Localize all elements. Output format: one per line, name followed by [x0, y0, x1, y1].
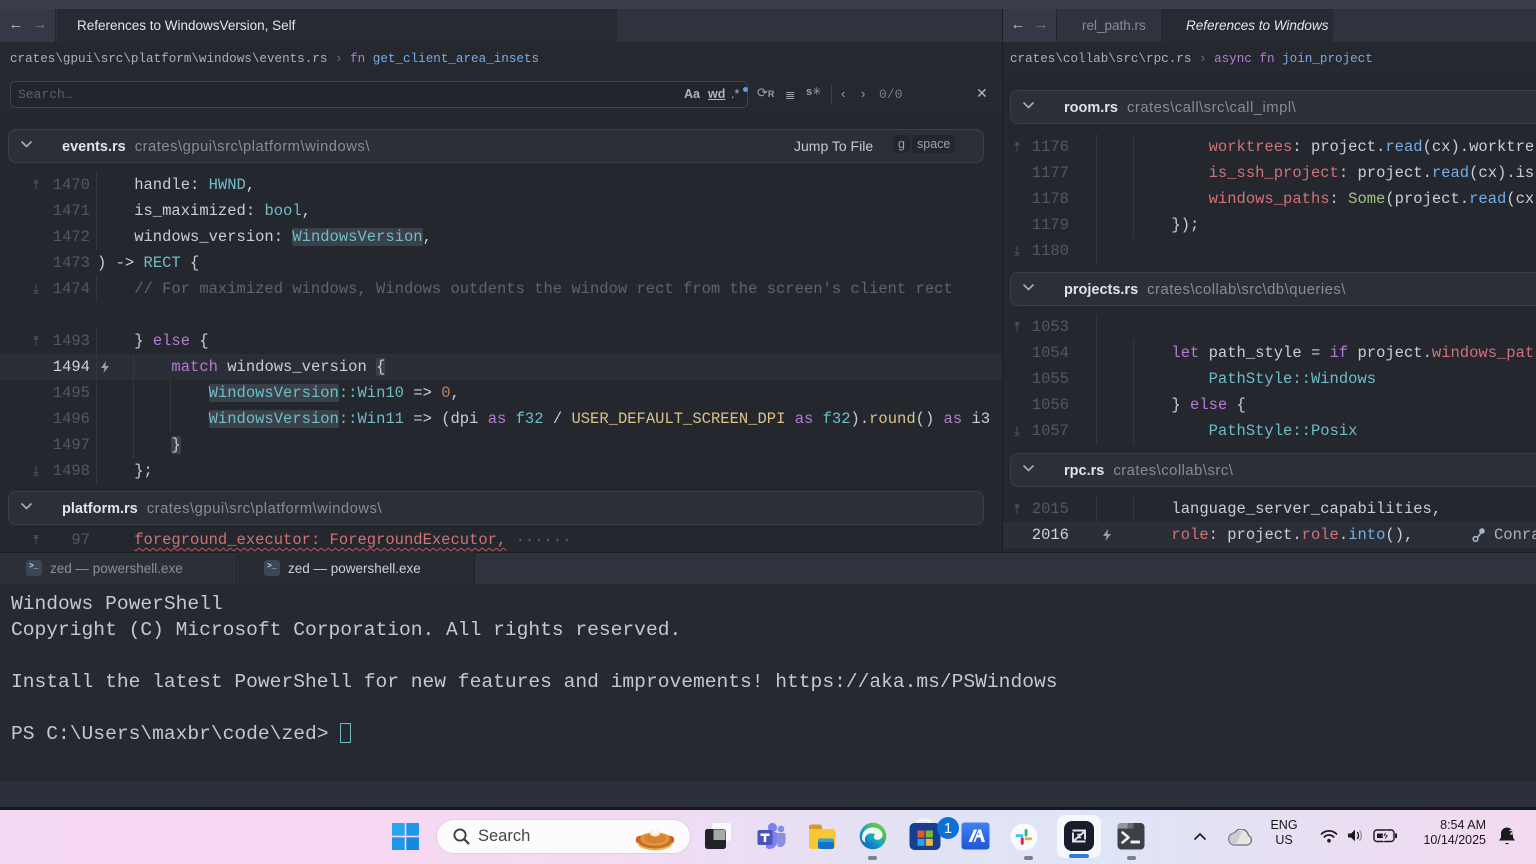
- svg-text:1: 1: [944, 821, 952, 837]
